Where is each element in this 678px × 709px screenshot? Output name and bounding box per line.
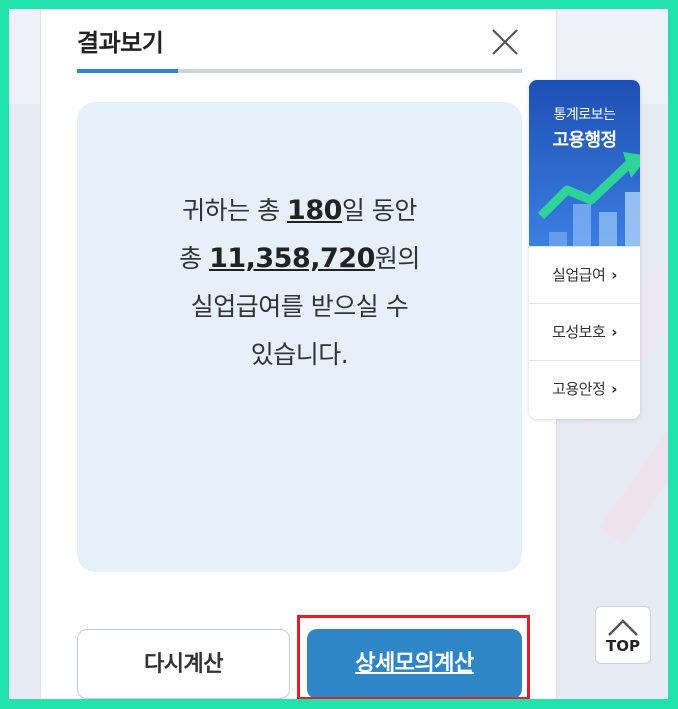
- side-link-label: 실업급여: [552, 266, 606, 284]
- result-text: 귀하는 총: [182, 196, 288, 225]
- top-button-label: TOP: [606, 637, 640, 655]
- modal-title: 결과보기: [77, 29, 164, 57]
- result-line-1: 귀하는 총 180일 동안: [77, 187, 522, 235]
- banner-subtitle: 통계로보는: [553, 107, 616, 123]
- statistics-banner[interactable]: 통계로보는 고용행정: [529, 80, 640, 246]
- close-icon[interactable]: [489, 26, 521, 58]
- tab-indicator-active: [77, 69, 178, 73]
- chevron-right-icon: ›: [611, 380, 617, 398]
- side-link-maternity-protection[interactable]: 모성보호 ›: [529, 303, 640, 360]
- result-line-3: 실업급여를 받으실 수: [190, 292, 409, 321]
- side-quick-menu: 통계로보는 고용행정 실업급여 › 모성보호 › 고용안정 ›: [529, 80, 640, 419]
- side-link-employment-stability[interactable]: 고용안정 ›: [529, 360, 640, 417]
- result-box: 귀하는 총 180일 동안 총 11,358,720원의 실업급여를 받으실 수…: [77, 102, 522, 572]
- result-line-2: 총 11,358,720원의: [77, 235, 522, 283]
- side-link-unemployment-benefit[interactable]: 실업급여 ›: [529, 246, 640, 303]
- highlight-box: [297, 615, 530, 699]
- side-link-label: 모성보호: [552, 323, 606, 341]
- recalculate-button[interactable]: 다시계산: [77, 629, 290, 699]
- result-text: 원의: [374, 244, 421, 273]
- chevron-right-icon: ›: [611, 323, 617, 341]
- benefit-days: 180: [287, 195, 342, 226]
- result-line-4: 있습니다.: [250, 340, 349, 369]
- benefit-amount: 11,358,720: [209, 243, 375, 274]
- scroll-top-button[interactable]: TOP: [595, 606, 651, 664]
- chevron-right-icon: ›: [611, 266, 617, 284]
- result-text: 총: [179, 244, 210, 273]
- tab-indicator: [77, 69, 522, 73]
- side-link-label: 고용안정: [552, 380, 606, 398]
- result-message: 귀하는 총 180일 동안 총 11,358,720원의 실업급여를 받으실 수…: [77, 187, 522, 379]
- banner-title: 고용행정: [552, 130, 617, 151]
- result-text: 일 동안: [341, 196, 417, 225]
- screen: 결과보기 귀하는 총 180일 동안 총 11,358,720원의 실업급여를 …: [9, 9, 668, 699]
- result-modal: 결과보기 귀하는 총 180일 동안 총 11,358,720원의 실업급여를 …: [40, 9, 557, 699]
